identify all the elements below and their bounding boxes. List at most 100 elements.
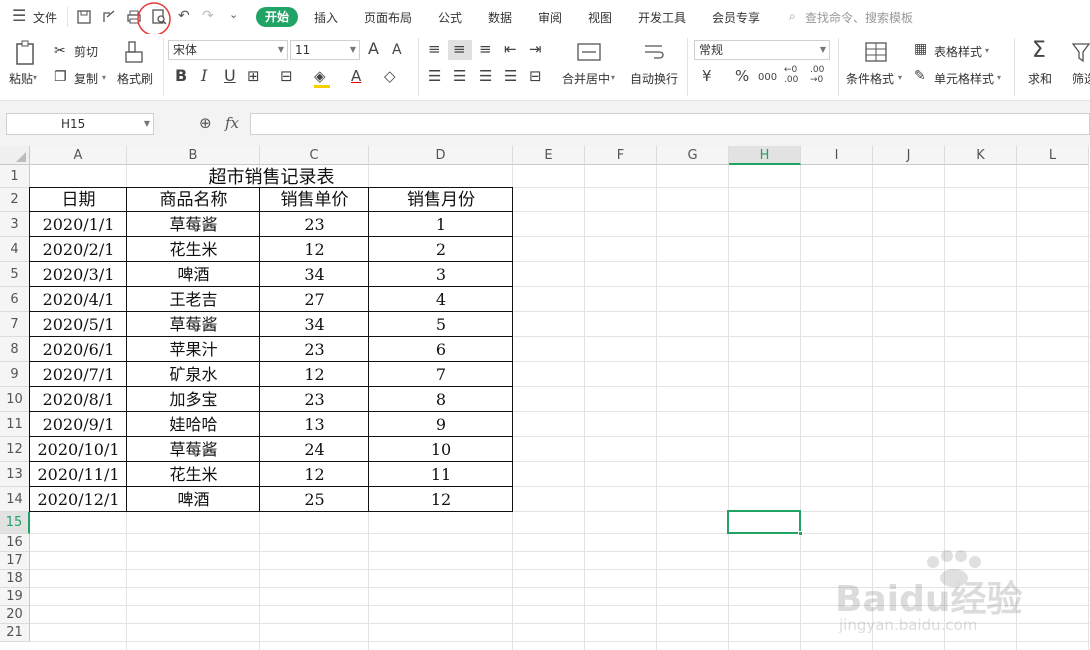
redo-icon[interactable]: ↷	[202, 8, 214, 24]
row-header-10[interactable]: 10	[0, 387, 30, 412]
row-header-7[interactable]: 7	[0, 312, 30, 337]
tab-member[interactable]: 会员专享	[712, 9, 760, 26]
align-left-icon[interactable]: ☰	[428, 67, 441, 85]
table-cell[interactable]: 矿泉水	[127, 362, 260, 387]
fill-color-icon[interactable]: ◈	[314, 67, 326, 85]
tab-insert[interactable]: 插入	[314, 9, 338, 26]
chevron-down-icon[interactable]: ▾	[985, 46, 989, 55]
align-top-icon[interactable]: ≡	[428, 40, 441, 58]
justify-icon[interactable]: ☰	[504, 67, 517, 85]
paste-button[interactable]: 粘贴	[9, 70, 33, 87]
chevron-down-icon[interactable]: ▾	[102, 73, 106, 82]
tab-page-layout[interactable]: 页面布局	[364, 9, 412, 26]
table-cell[interactable]: 12	[260, 362, 369, 387]
row-header-1[interactable]: 1	[0, 165, 30, 188]
table-cell[interactable]: 2020/5/1	[30, 312, 127, 337]
table-cell[interactable]: 1	[369, 212, 513, 237]
indent-decrease-icon[interactable]: ⇤	[504, 40, 517, 58]
table-cell[interactable]: 2020/3/1	[30, 262, 127, 287]
table-cell[interactable]: 2020/4/1	[30, 287, 127, 312]
table-cell[interactable]: 2020/10/1	[30, 437, 127, 462]
row-header-2[interactable]: 2	[0, 188, 30, 212]
filter-button[interactable]: 筛选	[1072, 70, 1090, 87]
table-cell[interactable]: 13	[260, 412, 369, 437]
font-color-icon[interactable]: A	[351, 67, 361, 85]
table-cell[interactable]: 9	[369, 412, 513, 437]
paste-icon[interactable]	[14, 40, 38, 66]
table-cell[interactable]: 2	[369, 237, 513, 262]
active-cell-selection[interactable]	[727, 510, 803, 536]
copy-button[interactable]: 复制	[74, 70, 98, 87]
tab-view[interactable]: 视图	[588, 9, 612, 26]
currency-button[interactable]: ¥	[702, 67, 712, 85]
column-header-l[interactable]: L	[1017, 146, 1089, 165]
align-center-icon[interactable]: ☰	[453, 67, 466, 85]
indent-increase-icon[interactable]: ⇥	[529, 40, 542, 58]
fill-pattern-icon[interactable]: ⊟	[280, 67, 293, 85]
italic-button[interactable]: I	[201, 67, 207, 85]
decrease-decimal-button[interactable]: .00 →0	[810, 65, 828, 85]
row-header-12[interactable]: 12	[0, 437, 30, 462]
column-header-c[interactable]: C	[260, 146, 369, 165]
zoom-magnifier-icon[interactable]: ⊕	[199, 114, 212, 132]
select-all-corner[interactable]	[0, 146, 30, 165]
distributed-icon[interactable]: ⊟	[529, 67, 542, 85]
table-cell[interactable]: 12	[369, 487, 513, 512]
table-cell[interactable]: 2020/12/1	[30, 487, 127, 512]
table-cell[interactable]: 34	[260, 312, 369, 337]
table-style-button[interactable]: 表格样式	[934, 43, 982, 60]
table-cell[interactable]: 11	[369, 462, 513, 487]
table-cell[interactable]: 8	[369, 387, 513, 412]
undo-icon[interactable]: ↶	[178, 8, 190, 24]
format-painter-button[interactable]: 格式刷	[117, 70, 153, 87]
export-pdf-icon[interactable]	[101, 9, 117, 25]
row-header-17[interactable]: 17	[0, 552, 30, 570]
table-cell[interactable]: 草莓酱	[127, 437, 260, 462]
table-cell[interactable]: 24	[260, 437, 369, 462]
table-cell[interactable]: 23	[260, 387, 369, 412]
table-cell[interactable]: 5	[369, 312, 513, 337]
column-header-a[interactable]: A	[30, 146, 127, 165]
thousands-button[interactable]: 000	[758, 69, 777, 87]
underline-button[interactable]: U	[224, 67, 236, 85]
table-cell[interactable]: 2020/8/1	[30, 387, 127, 412]
sum-button[interactable]: 求和	[1028, 70, 1052, 87]
wrap-text-button[interactable]: 自动换行	[630, 70, 678, 87]
column-header-e[interactable]: E	[513, 146, 585, 165]
column-header-b[interactable]: B	[127, 146, 260, 165]
fx-icon[interactable]: fx	[225, 114, 239, 132]
row-header-8[interactable]: 8	[0, 337, 30, 362]
percent-button[interactable]: %	[735, 67, 749, 85]
row-header-16[interactable]: 16	[0, 534, 30, 552]
file-menu[interactable]: 文件	[33, 9, 57, 26]
table-cell[interactable]: 23	[260, 212, 369, 237]
font-grow-button[interactable]: A	[368, 40, 379, 58]
search-input[interactable]: 查找命令、搜索模板	[805, 9, 913, 26]
wrap-text-icon[interactable]	[642, 41, 666, 63]
column-header-h[interactable]: H	[729, 146, 801, 165]
conditional-format-icon[interactable]	[864, 41, 888, 63]
tab-review[interactable]: 审阅	[538, 9, 562, 26]
formula-input[interactable]	[250, 113, 1090, 135]
font-size-select[interactable]: 11 ▼	[290, 40, 360, 60]
tab-developer[interactable]: 开发工具	[638, 9, 686, 26]
table-cell[interactable]: 6	[369, 337, 513, 362]
table-cell[interactable]: 2020/11/1	[30, 462, 127, 487]
border-icon[interactable]: ⊞	[247, 67, 260, 85]
sum-icon[interactable]: Σ	[1032, 39, 1046, 63]
row-header-3[interactable]: 3	[0, 212, 30, 237]
table-cell[interactable]: 3	[369, 262, 513, 287]
font-shrink-button[interactable]: A	[392, 41, 402, 59]
table-cell[interactable]: 加多宝	[127, 387, 260, 412]
table-cell[interactable]: 王老吉	[127, 287, 260, 312]
table-cell[interactable]: 2020/6/1	[30, 337, 127, 362]
hamburger-menu-icon[interactable]: ☰	[12, 8, 26, 24]
table-cell[interactable]: 2020/7/1	[30, 362, 127, 387]
column-header-f[interactable]: F	[585, 146, 657, 165]
number-format-select[interactable]: 常规 ▼	[694, 40, 830, 60]
column-header-k[interactable]: K	[945, 146, 1017, 165]
name-box[interactable]: H15 ▼	[6, 113, 154, 135]
table-cell[interactable]: 12	[260, 237, 369, 262]
tab-start[interactable]: 开始	[256, 7, 298, 27]
align-right-icon[interactable]: ☰	[479, 67, 492, 85]
